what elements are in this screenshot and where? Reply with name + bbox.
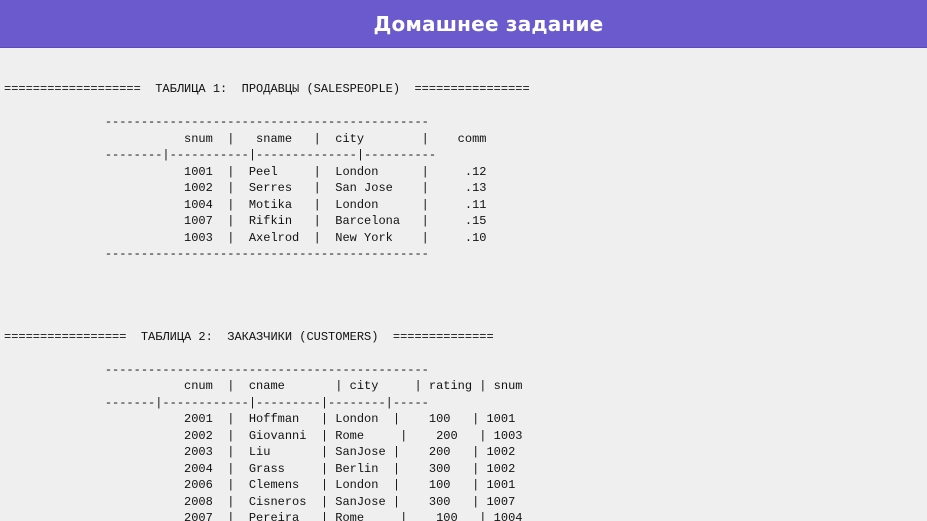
table2-row: 2006 | Clemens | London | 100 | 1001: [4, 478, 516, 492]
page: Домашнее задание =================== ТАБ…: [0, 0, 927, 521]
table1-title-line: =================== ТАБЛИЦА 1: ПРОДАВЦЫ …: [4, 82, 530, 96]
table2-row: 2002 | Giovanni | Rome | 200 | 1003: [4, 428, 523, 443]
table2-row: 2001 | Hoffman | London | 100 | 1001: [4, 412, 516, 426]
table2-header-row: cnum | cname | city | rating | snum: [4, 379, 523, 393]
page-title: Домашнее задание: [373, 11, 604, 36]
table2-row: 2004 | Grass | Berlin | 300 | 1002: [4, 461, 516, 476]
header-bar: Домашнее задание: [0, 0, 927, 48]
table2-title-line: ================= ТАБЛИЦА 2: ЗАКАЗЧИКИ (…: [4, 329, 494, 344]
table2-header-separator: -------|------------|---------|--------|…: [4, 395, 429, 410]
table1-row: 1007 | Rifkin | Barcelona | .15: [4, 214, 487, 228]
table2-row: 2007 | Pereira | Rome | 100 | 1004: [4, 511, 523, 521]
table2-row: 2008 | Cisneros | SanJose | 300 | 1007: [4, 494, 516, 509]
table1-header-row: snum | sname | city | comm: [4, 131, 487, 146]
table1-row: 1001 | Peel | London | .12: [4, 164, 487, 179]
table2-top-border: ----------------------------------------…: [4, 362, 429, 377]
table1-bottom-border: ----------------------------------------…: [4, 247, 429, 261]
table1-row: 1003 | Axelrod | New York | .10: [4, 230, 487, 245]
table1-top-border: ----------------------------------------…: [4, 115, 429, 129]
table2-row: 2003 | Liu | SanJose | 200 | 1002: [4, 445, 516, 459]
tables-console-output: =================== ТАБЛИЦА 1: ПРОДАВЦЫ …: [4, 81, 530, 521]
table1-row: 1004 | Motika | London | .11: [4, 197, 487, 212]
table1-row: 1002 | Serres | San Jose | .13: [4, 181, 487, 195]
table1-header-separator: --------|-----------|--------------|----…: [4, 148, 437, 162]
